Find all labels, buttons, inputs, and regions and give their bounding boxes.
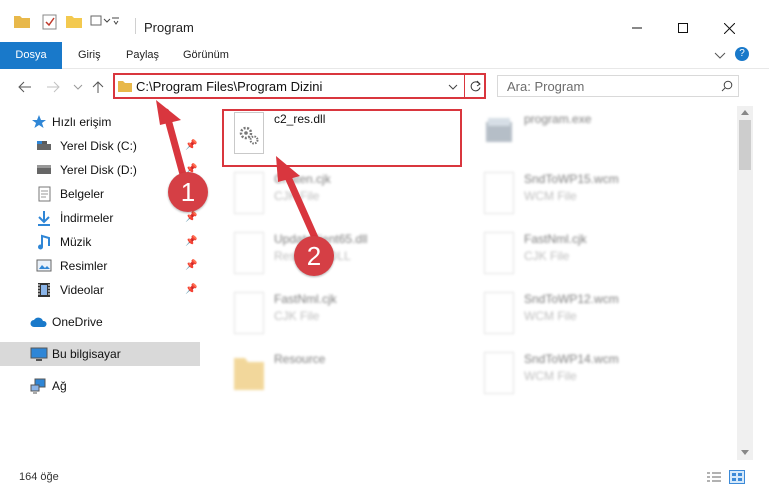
item-count: 164 öğe (19, 471, 59, 483)
vertical-scrollbar[interactable] (737, 106, 753, 460)
status-bar: 164 öğe (0, 462, 769, 498)
annotation-arrows (156, 100, 320, 244)
step-1-badge: 1 (168, 172, 208, 212)
details-view-icon[interactable] (707, 472, 721, 484)
large-icons-view-icon[interactable] (729, 470, 745, 484)
scroll-up-icon[interactable] (741, 109, 749, 115)
step-2-badge: 2 (294, 236, 334, 276)
scroll-down-icon[interactable] (741, 450, 749, 456)
scrollbar-thumb[interactable] (739, 120, 751, 170)
